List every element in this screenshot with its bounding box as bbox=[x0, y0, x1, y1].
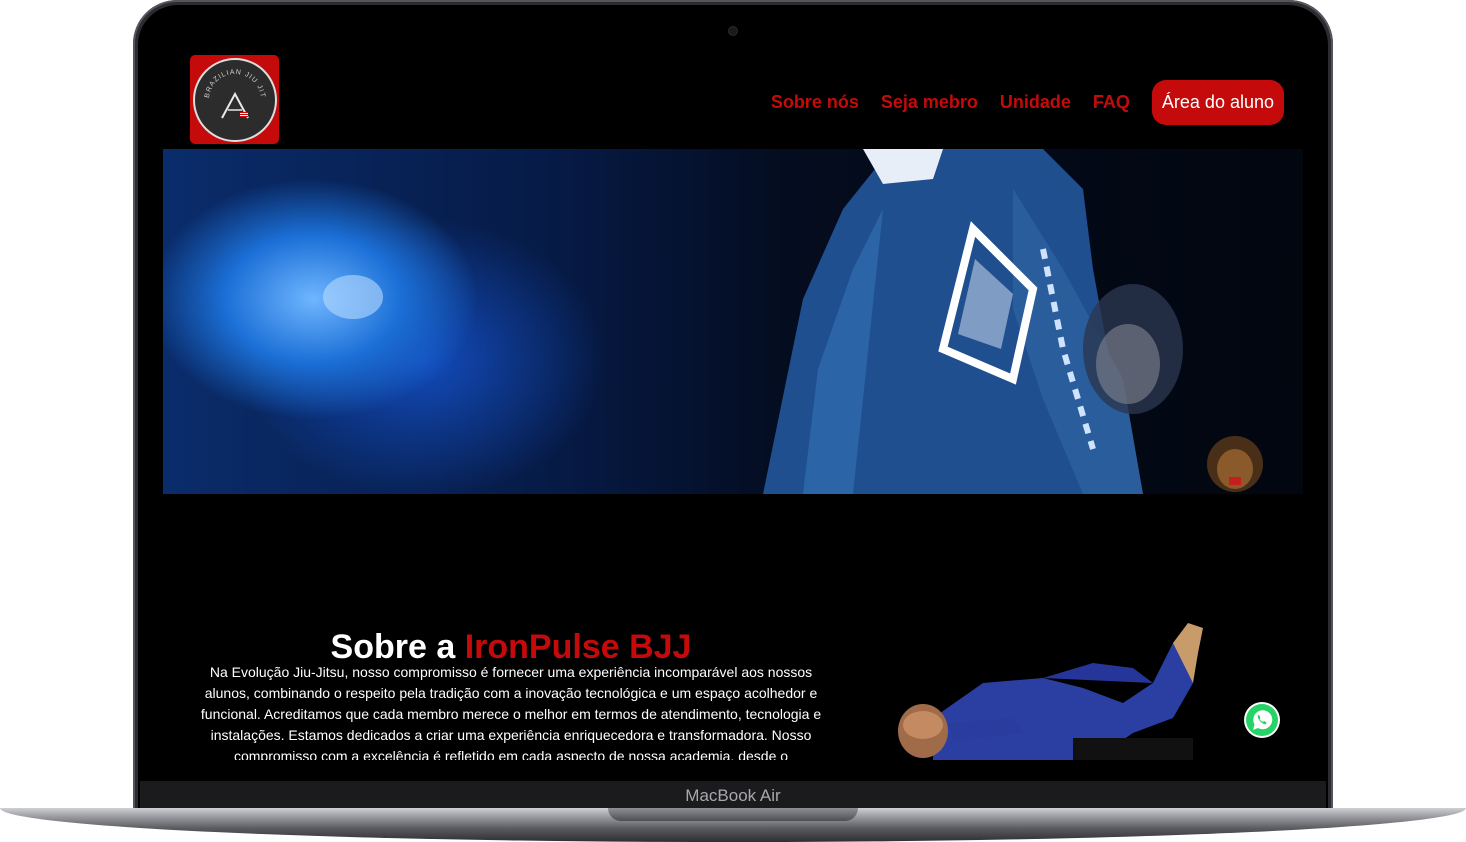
fighter-image bbox=[893, 623, 1213, 760]
svg-text:BRAZILIAN JIU JITSU: BRAZILIAN JIU JITSU bbox=[195, 60, 266, 99]
nav-sobre-nos[interactable]: Sobre nós bbox=[771, 92, 859, 113]
about-description: Na Evolução Jiu-Jitsu, nosso compromisso… bbox=[200, 664, 822, 760]
device-label: MacBook Air bbox=[685, 786, 781, 805]
about-title-brand: IronPulse BJJ bbox=[464, 628, 692, 667]
webcam-icon bbox=[729, 27, 737, 35]
laptop-hinge-notch bbox=[608, 808, 858, 821]
logo-ring-text: BRAZILIAN JIU JITSU bbox=[195, 60, 265, 99]
website-screen: BRAZILIAN JIU JITSU Sobre nós Seja mebro… bbox=[163, 45, 1303, 760]
area-do-aluno-button[interactable]: Área do aluno bbox=[1151, 80, 1284, 125]
nav-seja-membro[interactable]: Seja mebro bbox=[881, 92, 978, 113]
main-nav: Sobre nós Seja mebro Unidade FAQ Área do… bbox=[771, 80, 1284, 125]
lion-watermark-icon bbox=[1207, 436, 1263, 492]
nav-unidade[interactable]: Unidade bbox=[1000, 92, 1071, 113]
whatsapp-icon[interactable] bbox=[1244, 702, 1280, 738]
nav-faq[interactable]: FAQ bbox=[1093, 92, 1130, 113]
site-logo[interactable]: BRAZILIAN JIU JITSU bbox=[190, 55, 279, 144]
about-title-prefix: Sobre a bbox=[330, 628, 465, 667]
laptop-chin: MacBook Air bbox=[140, 781, 1326, 811]
bjj-logo-icon: BRAZILIAN JIU JITSU bbox=[192, 57, 277, 142]
hero-video-banner[interactable] bbox=[163, 149, 1303, 494]
